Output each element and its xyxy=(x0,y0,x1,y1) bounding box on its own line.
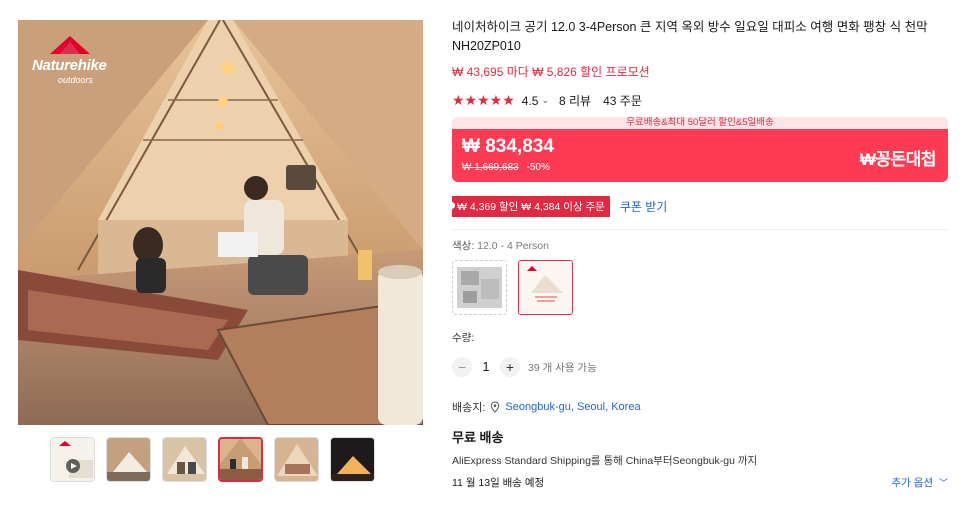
tent-outdoor-thumb xyxy=(107,438,150,481)
more-options-link[interactable]: 추가 옵션 ﹀ xyxy=(892,475,949,490)
price-banner: 무료배송&최대 50달러 할인&5일배송 ₩ 834,834 ₩ 1,669,6… xyxy=(452,117,948,182)
original-price-row: ₩ 1,669,683 -50% xyxy=(462,162,550,173)
ship-to-location-link[interactable]: Seongbuk-gu, Seoul, Korea xyxy=(505,401,640,413)
chevron-down-icon[interactable]: ⌄ xyxy=(541,95,549,106)
quantity-plus-button[interactable]: + xyxy=(500,357,520,377)
tent-interior-thumb xyxy=(220,439,261,480)
tent-night-thumb xyxy=(331,438,374,481)
color-option-2-selected[interactable] xyxy=(518,260,573,315)
video-thumb-icon xyxy=(51,438,94,481)
ship-to-row: 배송지: Seongbuk-gu, Seoul, Korea xyxy=(452,399,948,415)
thumbnail-3[interactable] xyxy=(162,437,207,482)
order-count: 43 주문 xyxy=(603,94,642,108)
coupon-row: ₩ 4,369 할인 ₩ 4,384 이상 주문 쿠폰 받기 xyxy=(448,196,948,217)
option-image-tent-thumb xyxy=(519,261,571,313)
option-image-grey-thumb xyxy=(457,267,502,308)
chevron-down-icon: ﹀ xyxy=(938,478,948,488)
color-selected-value: 12.0 - 4 Person xyxy=(477,240,549,252)
free-shipping-heading: 무료 배송 xyxy=(452,430,504,445)
eta-row: 11 월 13일 배송 예정 추가 옵션 ﹀ xyxy=(452,475,948,490)
thumbnail-strip xyxy=(50,437,375,482)
quantity-minus-button[interactable]: − xyxy=(452,357,472,377)
logo-sub-text: outdoors xyxy=(58,75,94,85)
quantity-stepper: − 1 + 39 개 사용 가능 xyxy=(452,357,948,377)
color-label-text: 색상: xyxy=(452,240,475,252)
main-product-image[interactable]: Naturehike outdoors xyxy=(18,20,423,425)
thumbnail-6[interactable] xyxy=(330,437,375,482)
logo-mountain-icon xyxy=(50,36,90,54)
thumbnail-4-selected[interactable] xyxy=(218,437,263,482)
color-options xyxy=(452,260,948,315)
current-price: ₩ 834,834 xyxy=(462,136,554,157)
ship-to-label: 배송지: xyxy=(452,402,486,414)
thumbnail-5[interactable] xyxy=(274,437,319,482)
delivery-estimate: 11 월 13일 배송 예정 xyxy=(452,477,545,489)
banner-price-block: ₩ 834,834 ₩ 1,669,683 -50% ₩꽁돈대첩 xyxy=(452,129,948,182)
promo-text: ₩ 43,695 마다 ₩ 5,826 할인 프로모션 xyxy=(452,65,650,79)
location-pin-icon xyxy=(491,401,500,413)
rating-row: ★★★★★ 4.5 ⌄ 8 리뷰 43 주문 xyxy=(452,92,948,109)
discount-percent: -50% xyxy=(526,162,550,173)
product-info-panel: 네이처하이크 공기 12.0 3-4Person 큰 지역 옥외 방수 일요일 … xyxy=(448,18,948,490)
brand-logo: Naturehike outdoors xyxy=(32,34,107,85)
more-options-label: 추가 옵션 xyxy=(891,477,934,489)
product-title: 네이처하이크 공기 12.0 3-4Person 큰 지역 옥외 방수 일요일 … xyxy=(452,20,928,53)
tent-interior-2-thumb xyxy=(275,438,318,481)
original-price: ₩ 1,669,683 xyxy=(462,162,519,173)
color-option-1[interactable] xyxy=(452,260,507,315)
review-count-link[interactable]: 8 리뷰 xyxy=(559,92,591,109)
banner-promo-strip: 무료배송&최대 50달러 할인&5일배송 xyxy=(452,117,948,129)
star-rating-icon: ★★★★★ xyxy=(452,92,515,108)
logo-brand-text: Naturehike xyxy=(32,57,107,74)
divider xyxy=(452,229,948,230)
deal-event-label: ₩꽁돈대첩 xyxy=(859,150,937,169)
thumbnail-2[interactable] xyxy=(106,437,151,482)
rating-score[interactable]: 4.5 xyxy=(522,94,539,108)
quantity-label: 수량: xyxy=(452,332,475,344)
coupon-tag: ₩ 4,369 할인 ₩ 4,384 이상 주문 xyxy=(448,196,610,217)
color-option-label: 색상: 12.0 - 4 Person xyxy=(452,238,948,253)
quantity-available: 39 개 사용 가능 xyxy=(528,361,597,374)
thumbnail-video[interactable] xyxy=(50,437,95,482)
get-coupon-link[interactable]: 쿠폰 받기 xyxy=(620,198,668,215)
quantity-value[interactable]: 1 xyxy=(472,360,500,374)
shipping-method-detail: AliExpress Standard Shipping를 통해 China부터… xyxy=(452,455,758,467)
tent-people-thumb xyxy=(163,438,206,481)
